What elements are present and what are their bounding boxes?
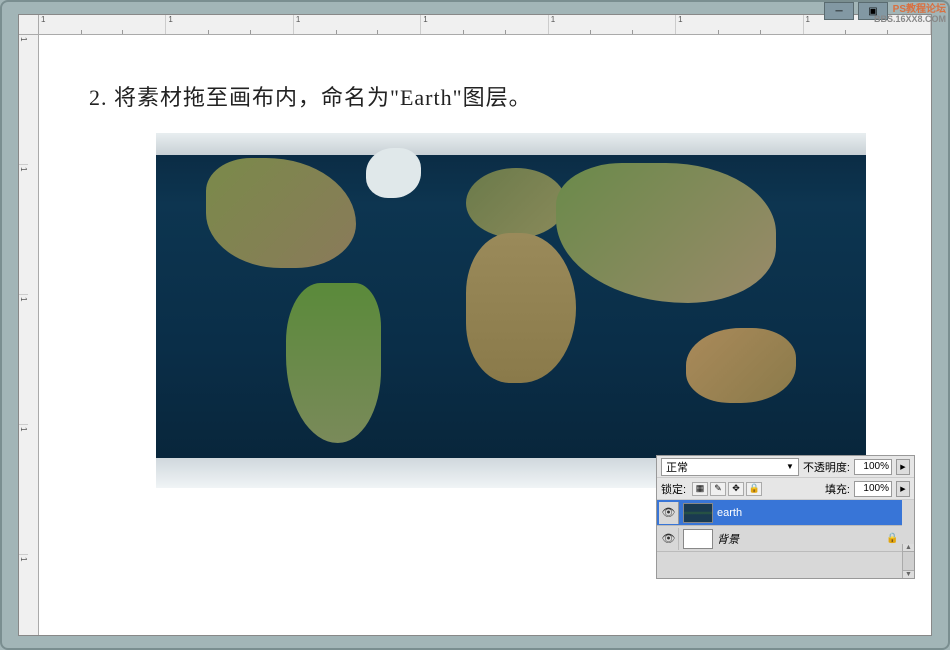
watermark: PS教程论坛 BBS.16XX8.COM — [874, 4, 946, 25]
visibility-icon[interactable]: 👁 — [659, 502, 679, 524]
lock-position-icon[interactable]: ✥ — [728, 482, 744, 496]
layer-name[interactable]: 背景 — [717, 531, 882, 547]
ruler-corner — [19, 15, 39, 35]
opacity-input[interactable]: 100% — [854, 459, 892, 475]
layer-item-earth[interactable]: 👁 earth — [657, 500, 902, 526]
watermark-line2: BBS.16XX8.COM — [874, 15, 946, 25]
lock-icon: 🔒 — [886, 533, 900, 544]
visibility-icon[interactable]: 👁 — [659, 528, 679, 550]
lock-label: 锁定: — [661, 481, 686, 497]
opacity-label: 不透明度: — [803, 459, 850, 475]
fill-input[interactable]: 100% — [854, 481, 892, 497]
opacity-flyout-button[interactable]: ▶ — [896, 459, 910, 475]
blend-opacity-row: 正常 ▼ 不透明度: 100% ▶ — [657, 456, 914, 478]
layer-item-background[interactable]: 👁 背景 🔒 — [657, 526, 902, 552]
layers-panel: 正常 ▼ 不透明度: 100% ▶ 锁定: ▦ ✎ ✥ 🔒 填充: 100% ▶… — [656, 455, 915, 579]
lock-transparency-icon[interactable]: ▦ — [692, 482, 708, 496]
lock-all-icon[interactable]: 🔒 — [746, 482, 762, 496]
lock-pixels-icon[interactable]: ✎ — [710, 482, 726, 496]
layer-name[interactable]: earth — [717, 507, 900, 519]
blend-mode-select[interactable]: 正常 ▼ — [661, 458, 799, 476]
blend-mode-value: 正常 — [666, 459, 688, 475]
layers-scrollbar[interactable] — [902, 544, 914, 578]
fill-label: 填充: — [825, 481, 850, 497]
layer-thumbnail[interactable] — [683, 529, 713, 549]
fill-flyout-button[interactable]: ▶ — [896, 481, 910, 497]
lock-fill-row: 锁定: ▦ ✎ ✥ 🔒 填充: 100% ▶ — [657, 478, 914, 500]
earth-layer-image[interactable] — [156, 133, 866, 488]
chevron-down-icon: ▼ — [786, 462, 794, 471]
lock-controls: ▦ ✎ ✥ 🔒 — [692, 482, 762, 496]
layer-thumbnail[interactable] — [683, 503, 713, 523]
minimize-button[interactable]: ─ — [824, 2, 854, 20]
layer-list: 👁 earth 👁 背景 🔒 — [657, 500, 914, 578]
ruler-horizontal[interactable]: 1 1 1 1 1 1 1 — [39, 15, 931, 35]
ruler-vertical[interactable]: 1 1 1 1 1 — [19, 35, 39, 635]
handwritten-instruction: 2. 将素材拖至画布内，命名为"Earth"图层。 — [89, 80, 532, 112]
